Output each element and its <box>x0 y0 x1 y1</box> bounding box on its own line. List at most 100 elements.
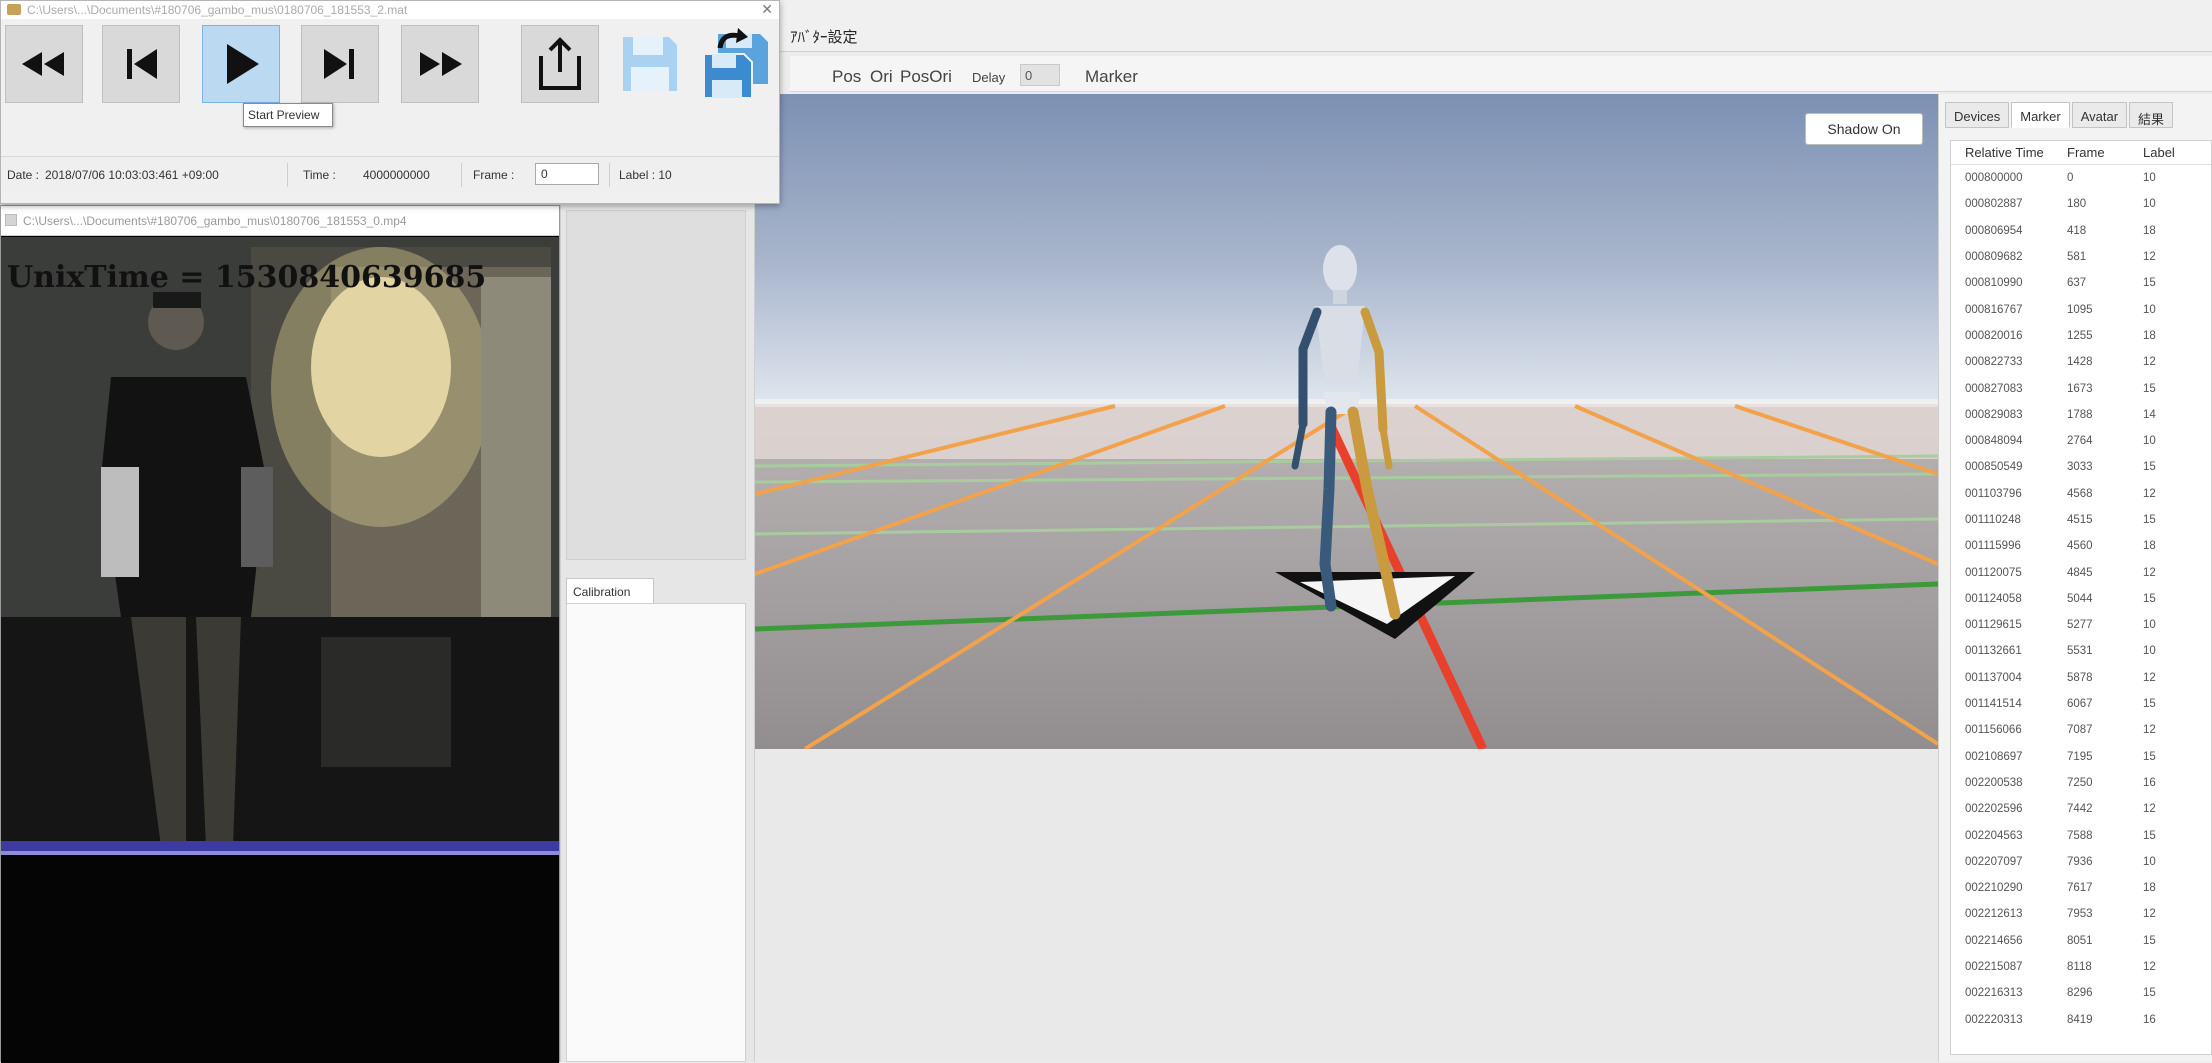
frame-cell: 5044 <box>2067 592 2093 605</box>
relative-time-cell: 000850549 <box>1965 461 2023 474</box>
table-row[interactable]: 001110248 4515 15 <box>1951 507 2211 533</box>
frame-cell: 418 <box>2067 224 2087 237</box>
tab-avatar[interactable]: Avatar <box>2071 102 2128 128</box>
table-row[interactable]: 002216313 8296 15 <box>1951 980 2211 1006</box>
table-row[interactable]: 000850549 3033 15 <box>1951 454 2211 480</box>
relative-time-cell: 000822733 <box>1965 356 2023 369</box>
column-frame[interactable]: Frame <box>2061 145 2139 160</box>
relative-time-cell: 001137004 <box>1965 671 2022 684</box>
save-as-button[interactable] <box>697 25 775 103</box>
frame-cell: 7953 <box>2067 908 2093 921</box>
shadow-toggle-button[interactable]: Shadow On <box>1805 113 1923 145</box>
save-button[interactable] <box>611 25 689 103</box>
table-row[interactable]: 000806954 418 18 <box>1951 218 2211 244</box>
table-row[interactable]: 000848094 2764 10 <box>1951 428 2211 454</box>
camera-window[interactable]: C:\Users\...\Documents\#180706_gambo_mus… <box>0 205 560 1063</box>
table-row[interactable]: 000820016 1255 18 <box>1951 323 2211 349</box>
relative-time-cell: 000820016 <box>1965 329 2023 342</box>
divider <box>461 163 462 187</box>
tooltip: Start Preview <box>243 103 333 127</box>
close-icon[interactable]: ✕ <box>761 1 773 18</box>
table-row[interactable]: 001124058 5044 15 <box>1951 586 2211 612</box>
column-label[interactable]: Label <box>2139 145 2209 160</box>
save-as-icon <box>703 28 768 99</box>
rewind-icon <box>22 52 64 76</box>
tab-marker[interactable]: Marker <box>2011 102 2070 128</box>
menu-avatar-settings[interactable]: ｱﾊﾞﾀｰ設定 <box>790 26 858 47</box>
label-cell: 10 <box>2143 435 2156 448</box>
frame-cell: 2764 <box>2067 435 2093 448</box>
frame-cell: 1095 <box>2067 303 2093 316</box>
player-window[interactable]: C:\Users\...\Documents\#180706_gambo_mus… <box>0 0 780 204</box>
frame-cell: 8296 <box>2067 987 2093 1000</box>
3d-viewport[interactable] <box>755 94 1938 749</box>
table-row[interactable]: 001156066 7087 12 <box>1951 717 2211 743</box>
play-button[interactable] <box>202 25 280 103</box>
label-readout: Label : 10 <box>619 168 672 182</box>
table-row[interactable]: 002200538 7250 16 <box>1951 770 2211 796</box>
frame-cell: 7617 <box>2067 882 2093 895</box>
delay-input[interactable]: 0 <box>1020 64 1060 86</box>
table-row[interactable]: 002108697 7195 15 <box>1951 744 2211 770</box>
table-row[interactable]: 000809682 581 12 <box>1951 244 2211 270</box>
player-title-text: C:\Users\...\Documents\#180706_gambo_mus… <box>27 3 408 17</box>
step-back-button[interactable] <box>102 25 180 103</box>
pos-toggle[interactable]: Pos <box>832 67 861 87</box>
table-row[interactable]: 001141514 6067 15 <box>1951 691 2211 717</box>
marker-toggle[interactable]: Marker <box>1085 67 1138 87</box>
table-row[interactable]: 000810990 637 15 <box>1951 270 2211 296</box>
table-row[interactable]: 002214656 8051 15 <box>1951 928 2211 954</box>
frame-value: 0 <box>541 167 548 181</box>
table-row[interactable]: 000822733 1428 12 <box>1951 349 2211 375</box>
label-cell: 10 <box>2143 645 2156 658</box>
table-row[interactable]: 001132661 5531 10 <box>1951 638 2211 664</box>
delay-label: Delay <box>972 70 1006 85</box>
table-header: Relative Time Frame Label <box>1951 141 2211 165</box>
table-row[interactable]: 002212613 7953 12 <box>1951 901 2211 927</box>
relative-time-cell: 000800000 <box>1965 172 2023 185</box>
frame-cell: 1255 <box>2067 329 2093 342</box>
marker-table[interactable]: Relative Time Frame Label 000800000 0 10 00… <box>1950 140 2212 1055</box>
posori-toggle[interactable]: PosOri <box>900 67 952 87</box>
table-row[interactable]: 001137004 5878 12 <box>1951 665 2211 691</box>
table-row[interactable]: 000827083 1673 15 <box>1951 375 2211 401</box>
table-row[interactable]: 002220313 8419 16 <box>1951 1007 2211 1033</box>
relative-time-cell: 002220313 <box>1965 1013 2023 1026</box>
frame-cell: 581 <box>2067 251 2087 264</box>
step-forward-icon <box>324 49 354 79</box>
rewind-button[interactable] <box>5 25 83 103</box>
table-row[interactable]: 001120075 4845 12 <box>1951 559 2211 585</box>
fast-forward-button[interactable] <box>401 25 479 103</box>
label-cell: 18 <box>2143 540 2156 553</box>
table-row[interactable]: 002210290 7617 18 <box>1951 875 2211 901</box>
table-row[interactable]: 002204563 7588 15 <box>1951 822 2211 848</box>
step-forward-button[interactable] <box>301 25 379 103</box>
tab-devices[interactable]: Devices <box>1945 102 2010 128</box>
ori-toggle[interactable]: Ori <box>870 67 893 87</box>
table-row[interactable]: 001129615 5277 10 <box>1951 612 2211 638</box>
tab-results[interactable]: 結果 <box>2129 102 2174 128</box>
export-button[interactable] <box>521 25 599 103</box>
relative-time-cell: 002200538 <box>1965 776 2023 789</box>
tab-calibration[interactable]: Calibration <box>566 578 654 604</box>
frame-cell: 5878 <box>2067 671 2093 684</box>
delay-value: 0 <box>1025 68 1033 83</box>
table-row[interactable]: 001103796 4568 12 <box>1951 481 2211 507</box>
frame-cell: 1428 <box>2067 356 2093 369</box>
table-row[interactable]: 001115996 4560 18 <box>1951 533 2211 559</box>
column-relative-time[interactable]: Relative Time <box>1951 145 2061 160</box>
frame-cell: 180 <box>2067 198 2087 211</box>
table-row[interactable]: 000829083 1788 14 <box>1951 402 2211 428</box>
frame-cell: 4568 <box>2067 487 2093 500</box>
table-row[interactable]: 000800000 0 10 <box>1951 165 2211 191</box>
table-row[interactable]: 002207097 7936 10 <box>1951 849 2211 875</box>
table-row[interactable]: 002215087 8118 12 <box>1951 954 2211 980</box>
table-row[interactable]: 002202596 7442 12 <box>1951 796 2211 822</box>
table-row[interactable]: 000816767 1095 10 <box>1951 296 2211 322</box>
label-cell: 12 <box>2143 356 2156 369</box>
frame-cell: 6067 <box>2067 698 2093 711</box>
relative-time-cell: 000806954 <box>1965 224 2023 237</box>
frame-cell: 7588 <box>2067 829 2093 842</box>
table-row[interactable]: 000802887 180 10 <box>1951 191 2211 217</box>
frame-input[interactable]: 0 <box>535 163 599 185</box>
